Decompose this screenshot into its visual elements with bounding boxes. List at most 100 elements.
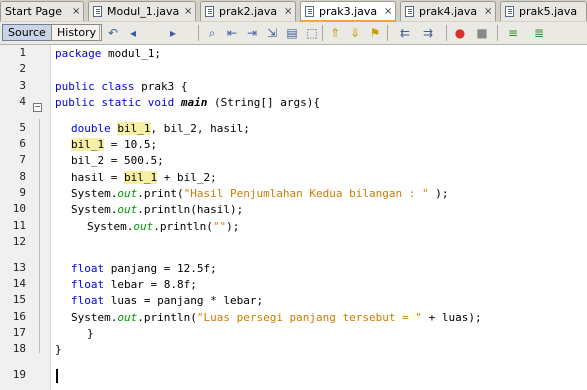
keyword: float [71, 294, 105, 307]
static-field: out [117, 311, 138, 324]
shift-right-icon[interactable]: ⇉ [420, 25, 436, 41]
find-icon[interactable]: ⌕ [204, 25, 220, 41]
keyword: class [101, 80, 135, 93]
code-text: .println( [137, 311, 197, 324]
keyword: package [55, 47, 102, 60]
string-literal: "Hasil Penjumlahan Kedua bilangan : " [183, 187, 429, 200]
toggle-highlight-icon[interactable]: ▤ [284, 25, 300, 41]
tab-prak5[interactable]: prak5.java [500, 1, 587, 21]
tab-label: prak3.java [319, 5, 378, 18]
toolbar-separator [99, 25, 100, 41]
toggle-bookmark-icon[interactable]: ⚑ [367, 25, 383, 41]
close-icon[interactable]: × [72, 2, 80, 21]
static-field: out [117, 187, 138, 200]
rectangular-selection-icon[interactable]: ⬚ [304, 25, 320, 41]
code-text: System. [71, 187, 118, 200]
uncomment-icon[interactable]: ≣ [531, 25, 547, 41]
code-text: hasil = [71, 171, 124, 184]
tab-prak4[interactable]: prak4.java × [400, 1, 496, 21]
line-number: 4 [19, 95, 26, 108]
code-editor[interactable]: package modul_1; public class prak3 { pu… [39, 45, 587, 390]
code-text: bil_2 = 500.5; [71, 154, 164, 167]
last-edit-icon[interactable]: ↶ [105, 25, 121, 41]
line-number: 11 [12, 219, 26, 232]
code-text: prak3 { [134, 80, 188, 93]
line-number: 17 [12, 326, 26, 339]
line-number: 7 [19, 153, 26, 166]
line-number-gutter: 1 2 3 4 5 6 7 8 9 10 11 12 13 14 15 16 1… [0, 45, 51, 390]
tab-start-page[interactable]: Start Page × [0, 1, 84, 21]
highlighted-identifier: bil_1 [71, 138, 105, 151]
previous-bookmark-icon[interactable]: ⇑ [327, 25, 343, 41]
java-file-icon [405, 6, 414, 17]
tab-label: prak4.java [419, 5, 478, 18]
line-number: 18 [12, 342, 26, 355]
java-file-icon [205, 6, 214, 17]
line-number: 13 [12, 261, 26, 274]
code-line-11: System.out.println(""); [87, 219, 239, 235]
close-icon[interactable]: × [184, 2, 192, 21]
code-line-13: float panjang = 12.5f; [71, 261, 217, 277]
java-file-icon [93, 6, 102, 17]
keyword: public [55, 96, 95, 109]
keyword: float [71, 262, 105, 275]
tab-prak3[interactable]: prak3.java × [300, 1, 396, 22]
line-number: 5 [19, 121, 26, 134]
keyword: double [71, 122, 111, 135]
code-line-5: double bil_1, bil_2, hasil; [71, 121, 250, 137]
find-previous-icon[interactable]: ⇤ [224, 25, 240, 41]
keyword: float [71, 278, 105, 291]
find-next-icon[interactable]: ⇥ [244, 25, 260, 41]
line-number: 16 [12, 310, 26, 323]
close-icon[interactable]: × [384, 2, 392, 21]
code-line-7: bil_2 = 500.5; [71, 153, 164, 169]
string-literal: "Luas persegi panjang tersebut = " [196, 311, 423, 324]
find-selection-icon[interactable]: ⇲ [264, 25, 280, 41]
code-text: System. [71, 203, 118, 216]
code-text: .println(hasil); [137, 203, 244, 216]
comment-icon[interactable]: ≡ [505, 25, 521, 41]
java-file-icon [305, 6, 314, 17]
source-button[interactable]: Source [2, 24, 52, 41]
tab-label: prak2.java [219, 5, 278, 18]
line-number: 3 [19, 79, 26, 92]
line-number: 1 [19, 46, 26, 59]
keyword: public [55, 80, 95, 93]
static-field: out [133, 220, 154, 233]
line-number: 19 [12, 368, 26, 381]
code-line-18: } [55, 342, 62, 358]
code-text: ); [428, 187, 449, 200]
string-literal: "" [212, 220, 227, 233]
text-caret [56, 369, 58, 383]
back-icon[interactable]: ◂ [125, 25, 141, 41]
tab-prak2[interactable]: prak2.java × [200, 1, 296, 21]
code-text: ); [226, 220, 240, 233]
line-number: 9 [19, 186, 26, 199]
history-button[interactable]: History [51, 24, 103, 41]
code-line-10: System.out.println(hasil); [71, 202, 243, 218]
stop-macro-icon[interactable]: ■ [474, 25, 490, 41]
editor-tab-bar: Start Page × Modul_1.java × prak2.java ×… [0, 0, 587, 23]
tab-label: prak5.java [519, 5, 578, 18]
start-macro-icon[interactable]: ● [452, 25, 468, 41]
code-text: } [87, 327, 94, 340]
code-text: .println( [153, 220, 213, 233]
tab-modul-1[interactable]: Modul_1.java × [88, 1, 196, 21]
code-text: panjang = 12.5f; [104, 262, 217, 275]
forward-icon[interactable]: ▸ [165, 25, 181, 41]
code-text: System. [71, 311, 118, 324]
code-text: System. [87, 220, 134, 233]
line-number: 6 [19, 137, 26, 150]
tab-label: Start Page [5, 5, 62, 18]
line-number: 8 [19, 170, 26, 183]
close-icon[interactable]: × [484, 2, 492, 21]
fold-collapse-icon[interactable]: − [33, 103, 42, 112]
line-number: 12 [12, 235, 26, 248]
shift-left-icon[interactable]: ⇇ [397, 25, 413, 41]
line-number: 10 [12, 202, 26, 215]
toolbar-separator [387, 25, 388, 41]
code-line-9: System.out.print("Hasil Penjumlahan Kedu… [71, 186, 449, 202]
next-bookmark-icon[interactable]: ⇓ [347, 25, 363, 41]
code-line-1: package modul_1; [55, 46, 161, 62]
close-icon[interactable]: × [284, 2, 292, 21]
